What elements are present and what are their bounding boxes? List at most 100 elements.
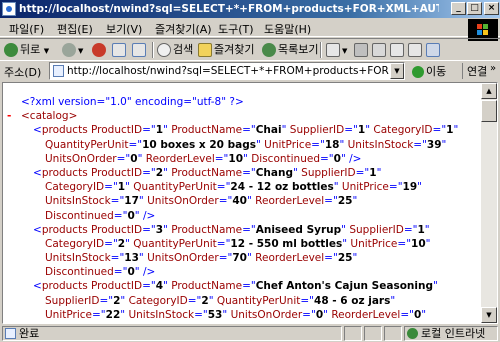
attribute-quote: =" — [218, 252, 233, 265]
attribute-value: 0 — [127, 266, 135, 279]
menu-file[interactable]: 파일(F) — [9, 21, 44, 37]
attribute-quote: =" — [324, 195, 338, 208]
favorites-button[interactable]: 즐겨찾기 — [198, 41, 254, 59]
attribute-quote: " — [333, 181, 339, 194]
collapse-toggle[interactable]: - — [7, 109, 21, 123]
address-dropdown-button[interactable]: ▼ — [390, 63, 404, 79]
go-button[interactable]: 이동 — [412, 63, 446, 79]
attribute-name: ProductName — [171, 166, 243, 179]
attribute-name: UnitsInStock — [128, 308, 195, 321]
maximize-button[interactable]: □ — [467, 2, 482, 15]
attribute-quote: " — [339, 138, 345, 151]
menu-edit[interactable]: 편집(E) — [57, 21, 93, 37]
attribute-value: 2 — [201, 294, 209, 307]
menu-help[interactable]: 도움말(H) — [264, 21, 311, 37]
attribute-name: ProductID — [91, 124, 143, 137]
attribute-quote: " — [425, 237, 431, 250]
chevron-right-icon[interactable]: » — [490, 63, 496, 74]
back-arrow-icon — [4, 43, 18, 57]
element-name: products — [41, 223, 88, 236]
xml-line: <products ProductID="2" ProductName="Cha… — [7, 166, 482, 180]
attribute-quote: " — [246, 195, 252, 208]
attribute-value: 18 — [324, 138, 340, 151]
menu-favorites[interactable]: 즐겨찾기(A) — [155, 21, 212, 37]
attribute-quote: " — [163, 124, 168, 137]
attribute-value: 2 — [155, 166, 164, 179]
attribute-value: Chef Anton's Cajun Seasoning — [255, 280, 433, 293]
scroll-thumb[interactable] — [481, 100, 497, 122]
search-button[interactable]: 검색 — [157, 41, 193, 59]
status-label: 완료 — [19, 327, 40, 340]
title-bar[interactable]: http://localhost/nwind?sql=SELECT+*+FROM… — [0, 0, 500, 18]
mail-button[interactable]: ▼ — [326, 41, 347, 59]
close-button[interactable]: × — [484, 2, 499, 15]
go-label: 이동 — [426, 65, 447, 78]
attribute-name: ProductName — [171, 280, 243, 293]
home-button[interactable] — [132, 41, 148, 59]
menu-view[interactable]: 보기(V) — [106, 21, 142, 37]
tag-bracket: < — [33, 124, 42, 137]
discuss-button[interactable] — [390, 41, 406, 59]
edit-button[interactable] — [372, 41, 388, 59]
address-input[interactable]: http://localhost/nwind?sql=SELECT+*+FROM… — [49, 62, 405, 80]
attribute-quote: =" — [242, 166, 256, 179]
browser-window: http://localhost/nwind?sql=SELECT+*+FROM… — [0, 0, 500, 342]
messenger-button[interactable] — [426, 41, 442, 59]
history-icon — [262, 43, 276, 57]
attribute-value: 19 — [402, 181, 418, 194]
scroll-down-button[interactable]: ▼ — [481, 307, 497, 323]
attribute-quote: =" — [113, 209, 128, 222]
attribute-value: 40 — [232, 195, 247, 208]
mail-icon — [326, 43, 340, 57]
print-icon — [354, 43, 368, 57]
menu-tools[interactable]: 도구(T) — [218, 21, 254, 37]
address-url[interactable]: http://localhost/nwind?sql=SELECT+*+FROM… — [67, 64, 391, 78]
attribute-quote: " — [246, 252, 252, 265]
attribute-quote: " — [441, 138, 447, 151]
xml-line: QuantityPerUnit="10 boxes x 20 bags" Uni… — [7, 138, 482, 152]
xml-line: Discontinued="0" /> — [7, 265, 482, 279]
print-button[interactable] — [354, 41, 370, 59]
toolbar-separator — [320, 42, 322, 58]
attribute-value: 4 — [155, 280, 164, 293]
attribute-quote: =" — [187, 294, 202, 307]
content-area[interactable]: <?xml version="1.0" encoding="utf-8" ?> … — [2, 82, 498, 324]
menu-bar: 파일(F) 편집(E) 보기(V) 즐겨찾기(A) 도구(T) 도움말(H) — [0, 18, 500, 37]
attribute-quote: " — [453, 124, 459, 137]
attribute-value: 25 — [337, 252, 353, 265]
attribute-name: SupplierID — [45, 294, 100, 307]
attribute-quote: " — [281, 124, 287, 137]
attribute-value: 1 — [369, 166, 377, 179]
attribute-quote: " — [323, 308, 328, 321]
intranet-icon — [407, 328, 418, 339]
attribute-name: ProductID — [91, 280, 143, 293]
attribute-value: 3 — [155, 223, 164, 236]
history-button[interactable]: 목록보기 — [262, 41, 318, 59]
research-button[interactable] — [408, 41, 424, 59]
attribute-name: QuantityPerUnit — [133, 181, 217, 194]
attribute-name: UnitsInStock — [45, 252, 111, 265]
refresh-icon — [112, 43, 126, 57]
attribute-quote: " — [120, 308, 126, 321]
stop-icon — [92, 43, 106, 57]
attribute-quote: =" — [242, 223, 256, 236]
scroll-up-button[interactable]: ▲ — [481, 83, 497, 99]
xml-line: UnitsOnOrder="0" ReorderLevel="10" Disco… — [7, 152, 482, 166]
xml-declaration: <?xml version="1.0" encoding="utf-8" ?> — [21, 96, 244, 108]
xml-line: SupplierID="2" CategoryID="2" QuantityPe… — [7, 294, 482, 308]
attribute-name: SupplierID — [289, 124, 345, 137]
minimize-button[interactable]: _ — [451, 2, 466, 15]
attribute-quote: =" — [142, 166, 156, 179]
attribute-quote: " — [432, 280, 438, 293]
vertical-scrollbar[interactable]: ▲ ▼ — [481, 83, 497, 323]
attribute-quote: =" — [413, 138, 427, 151]
stop-button[interactable] — [92, 41, 108, 59]
forward-button[interactable]: ▼ — [62, 41, 83, 59]
back-button[interactable]: 뒤로 ▼ — [4, 41, 49, 59]
attribute-quote: =" — [110, 252, 125, 265]
refresh-button[interactable] — [112, 41, 128, 59]
attribute-quote: =" — [216, 181, 231, 194]
page-icon — [53, 65, 64, 77]
home-icon — [132, 43, 146, 57]
links-toolbar[interactable]: 연결 — [462, 63, 487, 79]
